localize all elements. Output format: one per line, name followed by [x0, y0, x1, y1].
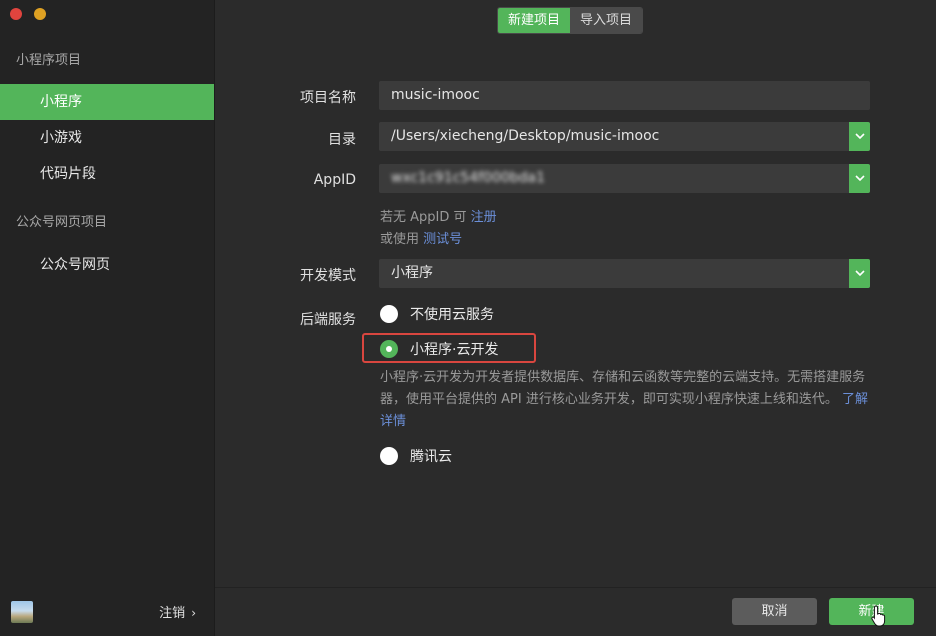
- project-name-label: 项目名称: [300, 90, 356, 106]
- appid-value: wxc1c91c54f000bda1: [391, 170, 546, 186]
- cloud-dev-description: 小程序·云开发为开发者提供数据库、存储和云函数等完整的云端支持。无需搭建服务器，…: [380, 367, 870, 433]
- cloud-dev-description-text: 小程序·云开发为开发者提供数据库、存储和云函数等完整的云端支持。无需搭建服务器，…: [380, 370, 866, 407]
- chevron-down-icon: [854, 270, 865, 277]
- dev-mode-label: 开发模式: [300, 268, 356, 284]
- tab-import-project[interactable]: 导入项目: [570, 8, 643, 33]
- appid-select[interactable]: wxc1c91c54f000bda1: [379, 164, 870, 193]
- sidebar-item-official-web[interactable]: 公众号网页: [0, 247, 214, 283]
- radio-label: 腾讯云: [410, 449, 452, 465]
- directory-value: /Users/xiecheng/Desktop/music-imooc: [391, 128, 660, 144]
- sidebar: 小程序项目 小程序 小游戏 代码片段 公众号网页项目 公众号网页 注销 ›: [0, 0, 215, 636]
- project-mode-tabs: 新建项目 导入项目: [497, 7, 644, 34]
- radio-tencent-cloud[interactable]: [380, 447, 398, 465]
- hand-cursor-icon: [871, 605, 886, 627]
- dev-mode-select[interactable]: 小程序: [379, 259, 870, 288]
- sidebar-item-miniprogram[interactable]: 小程序: [0, 84, 214, 120]
- sidebar-footer: 注销 ›: [0, 586, 214, 636]
- radio-label: 不使用云服务: [410, 307, 494, 323]
- minimize-window-button[interactable]: [34, 8, 46, 20]
- backend-service-label: 后端服务: [300, 312, 356, 328]
- directory-dropdown-button[interactable]: [849, 122, 870, 151]
- cancel-button[interactable]: 取消: [732, 598, 817, 625]
- appid-label: AppID: [313, 172, 356, 188]
- radio-option-no-cloud[interactable]: 不使用云服务: [380, 304, 494, 324]
- window-controls: [10, 8, 46, 20]
- appid-dropdown-button[interactable]: [849, 164, 870, 193]
- action-bar: 取消 新建: [215, 587, 936, 636]
- test-account-link[interactable]: 测试号: [423, 232, 462, 247]
- directory-label: 目录: [328, 132, 356, 148]
- radio-no-cloud[interactable]: [380, 305, 398, 323]
- appid-hint-text: 若无 AppID 可: [380, 210, 467, 225]
- appid-hint-register: 若无 AppID 可 注册: [380, 206, 497, 225]
- chevron-down-icon: [854, 133, 865, 140]
- close-window-button[interactable]: [10, 8, 22, 20]
- sidebar-section-official: 公众号网页项目: [16, 215, 108, 230]
- new-project-window: 小程序项目 小程序 小游戏 代码片段 公众号网页项目 公众号网页 注销 › 新建项…: [0, 0, 936, 636]
- sidebar-item-code-snippet[interactable]: 代码片段: [0, 156, 214, 192]
- dev-mode-value: 小程序: [391, 265, 433, 281]
- dev-mode-dropdown-button[interactable]: [849, 259, 870, 288]
- tab-new-project[interactable]: 新建项目: [498, 8, 571, 33]
- avatar[interactable]: [11, 601, 33, 623]
- chevron-right-icon: ›: [191, 606, 196, 620]
- logout-label: 注销: [159, 606, 186, 621]
- logout-button[interactable]: 注销 ›: [159, 602, 196, 621]
- radio-label: 小程序·云开发: [410, 342, 499, 358]
- directory-select[interactable]: /Users/xiecheng/Desktop/music-imooc: [379, 122, 870, 151]
- appid-hint-text: 或使用: [380, 232, 420, 247]
- register-link[interactable]: 注册: [471, 210, 497, 225]
- radio-option-tencent-cloud[interactable]: 腾讯云: [380, 446, 452, 466]
- sidebar-item-minigame[interactable]: 小游戏: [0, 120, 214, 156]
- appid-hint-test: 或使用 测试号: [380, 228, 462, 247]
- radio-cloud-dev[interactable]: [380, 340, 398, 358]
- sidebar-section-mini: 小程序项目: [16, 53, 82, 68]
- chevron-down-icon: [854, 175, 865, 182]
- project-name-input[interactable]: music-imooc: [379, 81, 870, 110]
- radio-option-cloud-dev[interactable]: 小程序·云开发: [380, 339, 498, 359]
